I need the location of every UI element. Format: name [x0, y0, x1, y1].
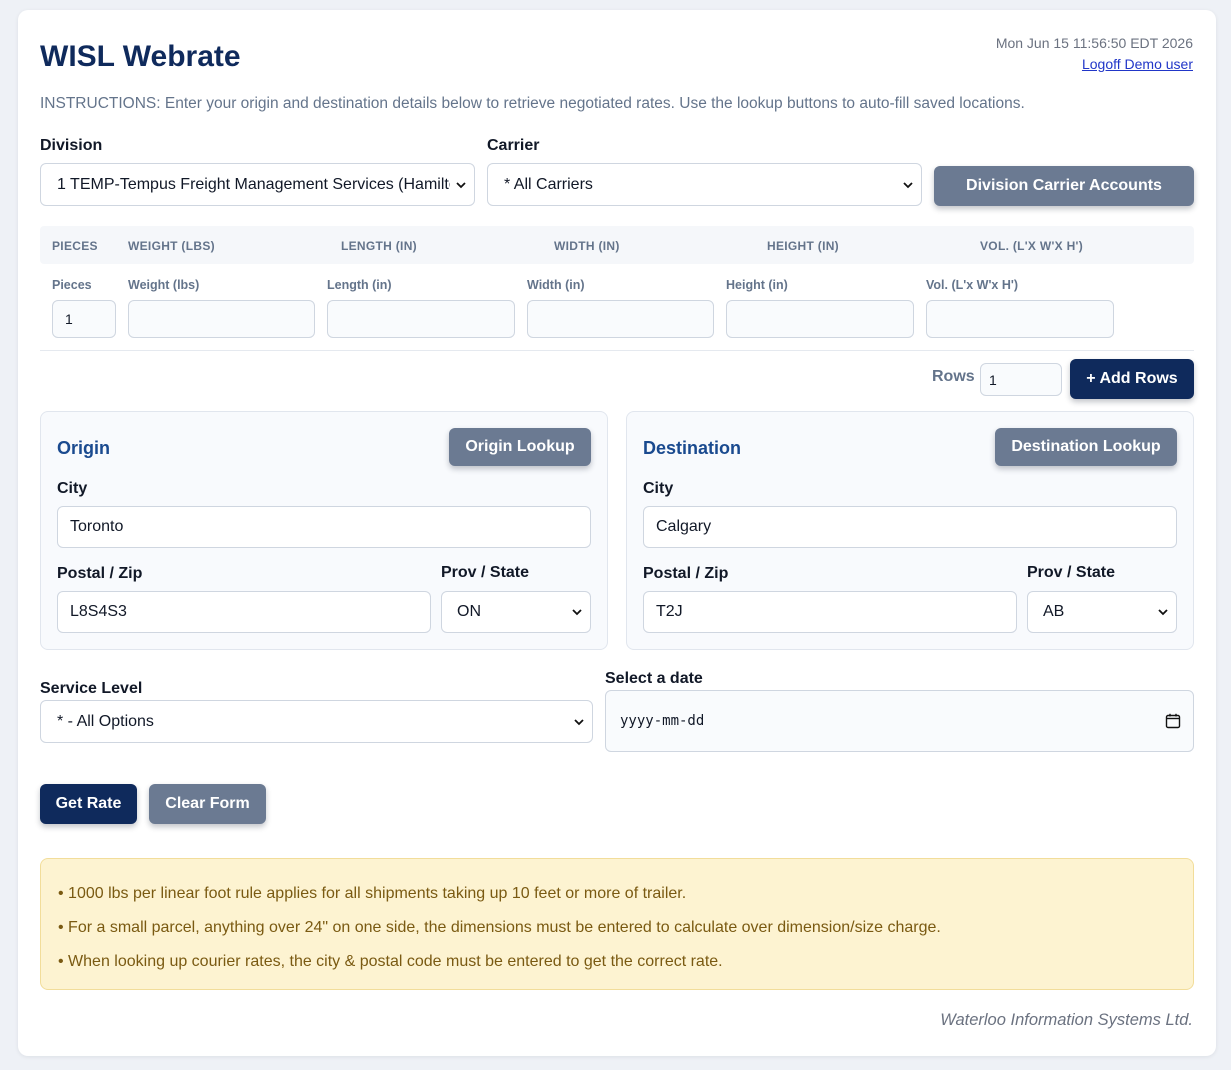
logoff-link[interactable]: Logoff Demo user: [1082, 56, 1193, 72]
destination-postal-label: Postal / Zip: [643, 565, 729, 582]
webrate-card: WISL Webrate Mon Jun 15 11:56:50 EDT 202…: [18, 10, 1216, 1056]
weight-input[interactable]: [128, 300, 315, 338]
length-input[interactable]: [327, 300, 515, 338]
volume-input[interactable]: [926, 300, 1114, 338]
rows-label: Rows: [932, 368, 975, 385]
clear-form-button[interactable]: Clear Form: [149, 784, 266, 824]
pieces-label: Pieces: [52, 278, 92, 292]
width-label: Width (in): [527, 278, 585, 292]
width-input[interactable]: [527, 300, 714, 338]
origin-title: Origin: [57, 438, 110, 458]
service-level-select[interactable]: * - All Options: [40, 700, 593, 743]
destination-title: Destination: [643, 438, 742, 458]
date-input[interactable]: yyyy-mm-dd: [605, 690, 1194, 752]
origin-prov-label: Prov / State: [441, 564, 530, 581]
chevron-down-icon: [903, 181, 913, 188]
chevron-down-icon: [572, 609, 582, 616]
note-item: • When looking up courier rates, the cit…: [58, 953, 723, 970]
origin-prov-select[interactable]: ON: [441, 591, 591, 633]
division-select[interactable]: 1 TEMP-Tempus Freight Management Service…: [40, 163, 475, 206]
header-height: HEIGHT (IN): [767, 239, 839, 253]
header-weight: WEIGHT (LBS): [128, 239, 215, 253]
header-width: WIDTH (IN): [554, 239, 620, 253]
origin-lookup-button[interactable]: Origin Lookup: [449, 428, 591, 466]
calendar-icon[interactable]: [1165, 713, 1181, 729]
dimensions-divider: [40, 350, 1194, 351]
origin-postal-input[interactable]: L8S4S3: [57, 591, 431, 633]
origin-city-label: City: [57, 480, 88, 497]
volume-label: Vol. (L'x W'x H'): [926, 278, 1019, 292]
weight-label: Weight (lbs): [128, 278, 200, 292]
carrier-label: Carrier: [487, 137, 540, 154]
origin-city-input[interactable]: Toronto: [57, 506, 591, 548]
destination-panel: Destination Destination Lookup City Calg…: [626, 411, 1194, 650]
current-datetime: Mon Jun 15 11:56:50 EDT 2026: [995, 35, 1193, 51]
height-input[interactable]: [726, 300, 914, 338]
destination-postal-input[interactable]: T2J: [643, 591, 1017, 633]
add-rows-button[interactable]: + Add Rows: [1070, 359, 1194, 399]
origin-prov-value: ON: [457, 603, 481, 620]
origin-panel: Origin Origin Lookup City Toronto Postal…: [40, 411, 608, 650]
header-length: LENGTH (IN): [341, 239, 417, 253]
page-title: WISL Webrate: [40, 40, 241, 73]
destination-prov-label: Prov / State: [1027, 564, 1116, 581]
height-label: Height (in): [726, 278, 788, 292]
chevron-down-icon: [1158, 609, 1168, 616]
destination-city-label: City: [643, 480, 674, 497]
origin-postal-label: Postal / Zip: [57, 565, 143, 582]
get-rate-button[interactable]: Get Rate: [40, 784, 137, 824]
pieces-input[interactable]: 1: [52, 300, 116, 338]
destination-city-input[interactable]: Calgary: [643, 506, 1177, 548]
destination-prov-select[interactable]: AB: [1027, 591, 1177, 633]
carrier-selected-value: * All Carriers: [504, 175, 593, 193]
service-level-label: Service Level: [40, 680, 143, 697]
chevron-down-icon: [456, 181, 466, 188]
division-selected-value: 1 TEMP-Tempus Freight Management Service…: [57, 175, 450, 193]
header-pieces: PIECES: [52, 239, 98, 253]
instructions-text: INSTRUCTIONS: Enter your origin and dest…: [40, 95, 1025, 112]
note-item: • 1000 lbs per linear foot rule applies …: [58, 885, 687, 902]
header-volume: VOL. (L'X W'X H'): [980, 239, 1083, 253]
rows-input[interactable]: 1: [980, 363, 1062, 396]
destination-prov-value: AB: [1043, 603, 1065, 620]
division-carrier-accounts-button[interactable]: Division Carrier Accounts: [934, 166, 1194, 206]
note-item: • For a small parcel, anything over 24" …: [58, 919, 941, 936]
chevron-down-icon: [574, 718, 584, 725]
date-label: Select a date: [605, 670, 703, 687]
notes-box: • 1000 lbs per linear foot rule applies …: [40, 858, 1194, 990]
date-placeholder: yyyy-mm-dd: [620, 713, 705, 729]
footer-company: Waterloo Information Systems Ltd.: [940, 1011, 1193, 1029]
destination-lookup-button[interactable]: Destination Lookup: [995, 428, 1177, 466]
carrier-select[interactable]: * All Carriers: [487, 163, 922, 206]
service-level-value: * - All Options: [57, 712, 154, 730]
length-label: Length (in): [327, 278, 392, 292]
dimensions-header: PIECES WEIGHT (LBS) LENGTH (IN) WIDTH (I…: [40, 226, 1194, 264]
division-label: Division: [40, 137, 103, 154]
